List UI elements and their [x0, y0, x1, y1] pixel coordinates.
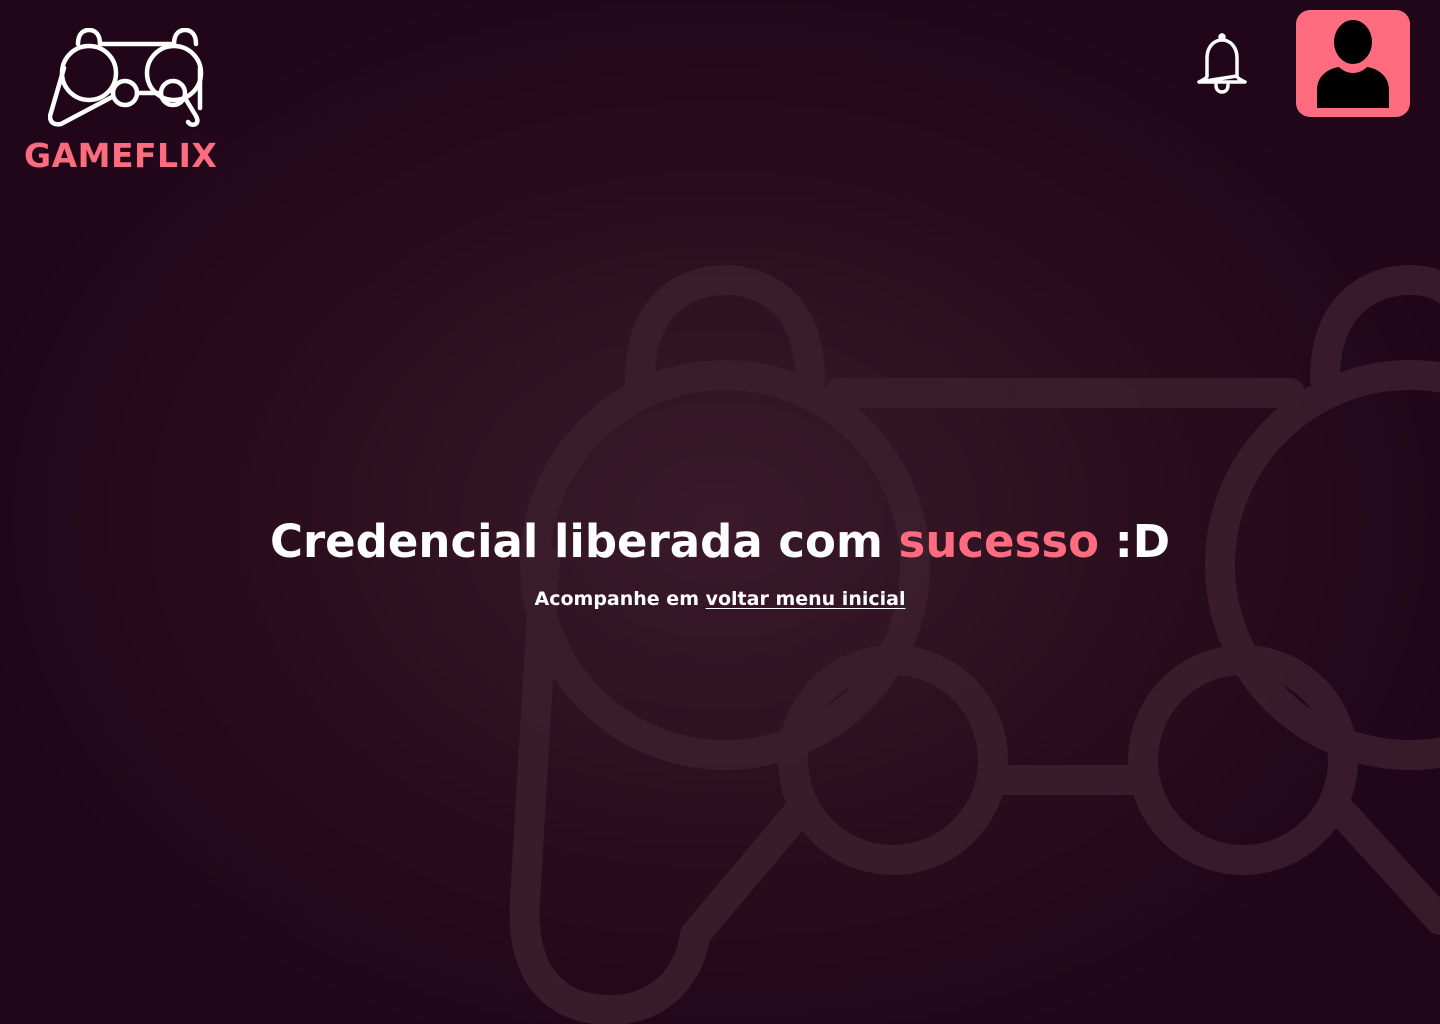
notifications-button[interactable]: [1192, 30, 1252, 96]
user-icon: [1317, 19, 1389, 108]
profile-button[interactable]: [1296, 10, 1410, 117]
subtitle-prefix: Acompanhe em: [534, 588, 706, 610]
bell-icon: [1197, 33, 1247, 94]
back-to-home-link[interactable]: voltar menu inicial: [706, 588, 906, 610]
success-message: Credencial liberada com sucesso :D Acomp…: [0, 512, 1440, 612]
subtitle: Acompanhe em voltar menu inicial: [0, 586, 1440, 612]
brand-name: GAMEFLIX: [24, 136, 218, 175]
headline-highlight: sucesso: [898, 515, 1100, 568]
brand-logo[interactable]: GAMEFLIX: [24, 28, 230, 178]
headline-text: Credencial liberada com: [269, 515, 899, 568]
gamepad-icon: [48, 28, 204, 127]
page-title: Credencial liberada com sucesso :D: [0, 512, 1440, 572]
headline-suffix: :D: [1099, 515, 1171, 568]
